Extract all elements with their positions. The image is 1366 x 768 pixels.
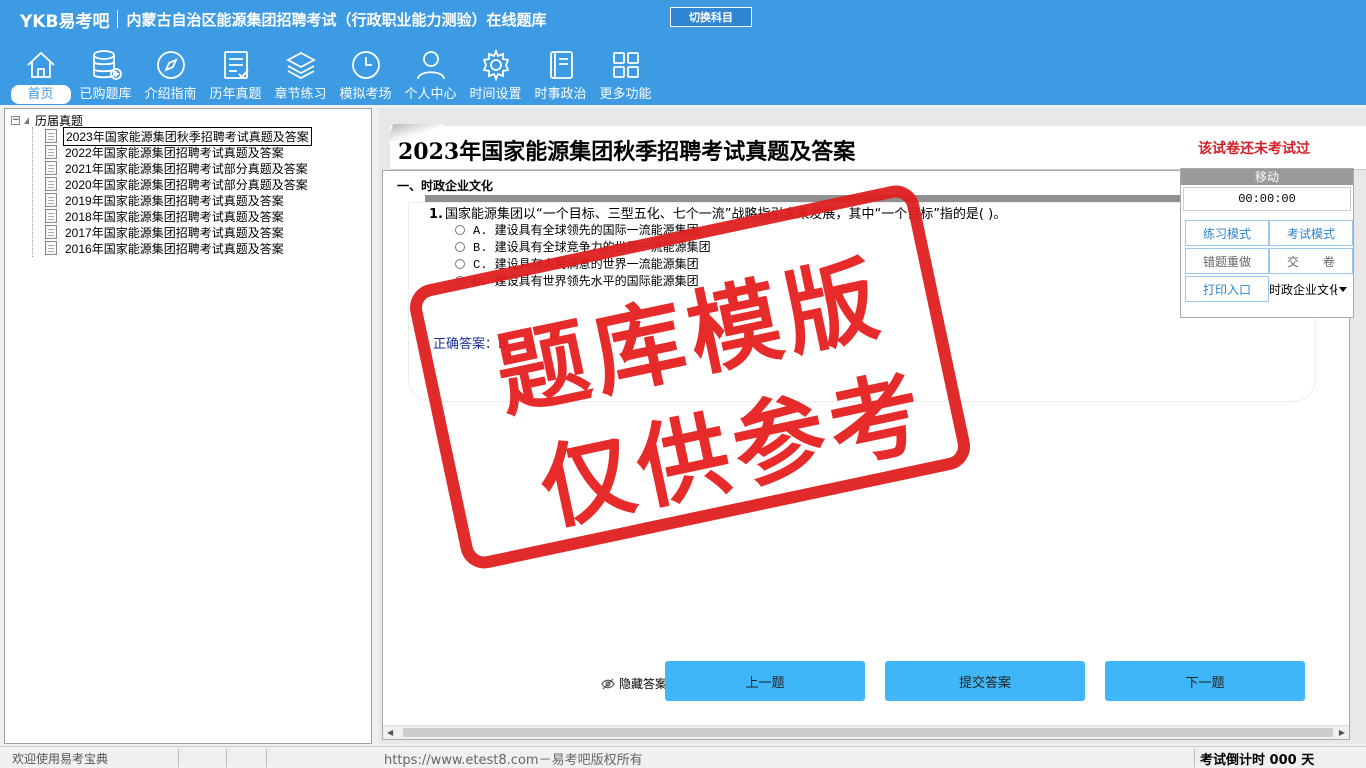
eye-off-icon [601,678,615,689]
status-bar: 欢迎使用易考宝典 https://www.etest8.com－易考吧版权所有 … [0,746,1366,768]
page-fold-decoration [386,124,444,142]
status-divider [226,749,227,767]
clock-icon [351,51,380,79]
hand-in-button[interactable]: 交 卷 [1269,248,1353,274]
nav-label: 个人中心 [404,87,457,102]
status-divider [266,749,267,767]
scrollbar-thumb[interactable] [403,728,1333,737]
nav-time-settings[interactable]: 时间设置 [463,48,528,104]
logo-text: YKB易考吧 [20,11,110,32]
radio-button[interactable] [455,224,465,235]
nav-label: 时间设置 [469,87,522,102]
logo-separator [117,10,119,28]
subject-select-value: 时政企业文化 [1269,282,1337,297]
nav-profile[interactable]: 个人中心 [398,48,463,104]
question-number: 1. [429,207,443,222]
gear-icon [482,48,509,82]
compass-icon [156,51,185,79]
nav-label: 章节练习 [274,87,327,102]
submit-answer-button[interactable]: 提交答案 [885,661,1085,701]
nav-chapter-practice[interactable]: 章节练习 [268,48,333,104]
switch-subject-button[interactable]: 切换科目 [670,7,752,27]
nav-label: 首页 [10,85,71,104]
radio-button[interactable] [455,241,465,252]
exam-timer: 00:00:00 [1183,187,1351,211]
nav-label: 介绍指南 [144,87,197,102]
status-divider [178,749,179,767]
section-divider [425,195,1185,203]
document-icon [45,209,57,223]
app-title: 内蒙古自治区能源集团招聘考试（行政职业能力测验）在线题库 [126,10,547,29]
panel-drag-handle[interactable]: 移动 [1181,169,1353,185]
document-icon [45,145,57,159]
document-list-icon [223,51,249,79]
layers-icon [285,51,316,80]
nav-current-affairs[interactable]: 时事政治 [528,48,593,104]
hide-answer-label: 隐藏答案 [619,677,668,691]
nav-label: 历年真题 [209,87,262,102]
document-icon [45,161,57,175]
tree-item[interactable]: 2021年国家能源集团招聘考试部分真题及答案 [45,160,312,176]
nav-label: 更多功能 [599,87,652,102]
nav-mock-exam[interactable]: 模拟考场 [333,48,398,104]
document-icon [45,241,57,255]
exam-mode-button[interactable]: 考试模式 [1269,220,1353,246]
exam-control-panel: 移动 00:00:00 练习模式 考试模式 错题重做 交 卷 打印入口 时政企业… [1180,168,1354,318]
subject-select[interactable]: 时政企业文化 [1267,276,1349,302]
radio-button[interactable] [455,258,465,269]
document-icon [45,129,57,143]
paper-title: 2023年国家能源集团秋季招聘考试真题及答案 [398,139,856,165]
tree-item[interactable]: 2017年国家能源集团招聘考试真题及答案 [45,224,312,240]
app-header: YKB易考吧 内蒙古自治区能源集团招聘考试（行政职业能力测验）在线题库 切换科目… [0,0,1366,105]
paper-header: 2023年国家能源集团秋季招聘考试真题及答案 该试卷还未考试过 [390,126,1366,170]
app-logo: YKB易考吧 内蒙古自治区能源集团招聘考试（行政职业能力测验）在线题库 [20,8,547,32]
scroll-left-icon[interactable]: ◀ [387,728,393,737]
database-icon [92,50,122,80]
next-question-button[interactable]: 下一题 [1105,661,1305,701]
tree-item[interactable]: 2020年国家能源集团招聘考试部分真题及答案 [45,176,312,192]
collapse-icon[interactable]: − [11,115,20,125]
tree-item[interactable]: 2019年国家能源集团招聘考试真题及答案 [45,192,312,208]
status-welcome: 欢迎使用易考宝典 [12,751,109,766]
redo-wrong-button[interactable]: 错题重做 [1185,248,1269,274]
tree-item[interactable]: 2022年国家能源集团招聘考试真题及答案 [45,144,312,160]
notebook-icon [549,51,573,79]
nav-more[interactable]: 更多功能 [593,48,658,104]
nav-purchased[interactable]: 已购题库 [73,48,138,104]
document-icon [45,193,57,207]
horizontal-scrollbar[interactable]: ◀ ▶ [383,725,1349,739]
nav-label: 时事政治 [534,87,587,102]
status-divider [1194,749,1195,767]
nav-past-papers[interactable]: 历年真题 [203,48,268,104]
paper-status: 该试卷还未考试过 [1198,141,1310,157]
section-title: 一、时政企业文化 [397,179,494,193]
tree-items: 2023年国家能源集团秋季招聘考试真题及答案 2022年国家能源集团招聘考试真题… [45,126,312,256]
tree-item[interactable]: 2018年国家能源集团招聘考试真题及答案 [45,208,312,224]
scroll-right-icon[interactable]: ▶ [1339,728,1345,737]
tree-connector [32,127,44,257]
tree-arrow-icon [24,116,29,124]
nav-label: 已购题库 [79,87,132,102]
nav-guide[interactable]: 介绍指南 [138,48,203,104]
nav-home[interactable]: 首页 [8,48,73,104]
grid-icon [612,52,639,78]
document-icon [45,177,57,191]
paper-tree: − 历届真题 2023年国家能源集团秋季招聘考试真题及答案 2022年国家能源集… [4,108,372,744]
hide-answer-toggle[interactable]: 隐藏答案 [601,675,667,692]
exam-countdown: 考试倒计时 000 天 [1200,752,1315,768]
nav-label: 模拟考场 [339,87,392,102]
user-icon [416,51,445,80]
home-icon [26,51,55,78]
practice-mode-button[interactable]: 练习模式 [1185,220,1269,246]
print-button[interactable]: 打印入口 [1185,276,1269,302]
tree-item[interactable]: 2023年国家能源集团秋季招聘考试真题及答案 [45,126,312,146]
main-nav: 首页 已购题库 介绍指南 历年真题 章节练习 模拟考场 个人中心 时间设置 时事… [8,48,658,104]
status-site: https://www.etest8.com－易考吧版权所有 [384,752,643,768]
chevron-down-icon [1339,286,1347,292]
document-icon [45,225,57,239]
prev-question-button[interactable]: 上一题 [665,661,865,701]
tree-item[interactable]: 2016年国家能源集团招聘考试真题及答案 [45,240,312,256]
